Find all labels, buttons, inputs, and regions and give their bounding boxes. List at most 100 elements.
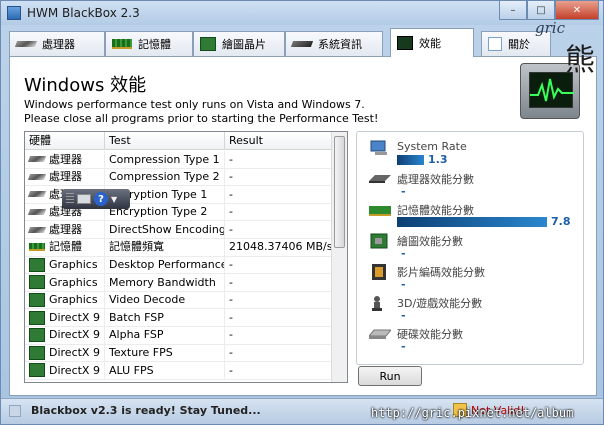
score-label: 影片編碼效能分數 xyxy=(397,266,485,279)
minimize-button[interactable]: – xyxy=(499,1,527,20)
hard-disk-icon xyxy=(369,329,391,339)
hardware-name: 處理器 xyxy=(49,170,82,184)
gpu-icon xyxy=(29,310,45,325)
cell-hardware: 處理器 xyxy=(25,151,105,168)
table-row[interactable]: Graphics Memory Bandwidth - xyxy=(25,274,333,292)
watermark-char: 熊 xyxy=(565,43,595,78)
help-icon[interactable]: ? xyxy=(94,192,108,206)
table-row[interactable]: Graphics Desktop Performance - xyxy=(25,256,333,275)
run-button[interactable]: Run xyxy=(358,366,422,386)
score-label: 處理器效能分數 xyxy=(397,173,474,186)
hardware-name: DirectX 9 xyxy=(49,363,100,377)
cpu-score-value: - xyxy=(401,185,406,198)
table-row[interactable]: Graphics Video Decode - xyxy=(25,291,333,310)
scores-panel: System Rate 1.3 處理器效能分數 - 記憶體效能分數 7.8 繪圖… xyxy=(356,131,584,365)
table-row[interactable]: 處理器 Compression Type 2- xyxy=(25,168,333,187)
cell-test: Desktop Performance xyxy=(105,256,225,274)
image-icon[interactable] xyxy=(77,194,91,204)
results-table[interactable]: 硬體 Test Result 處理器 Compression Type 1- 處理器… xyxy=(24,131,348,383)
gpu-icon xyxy=(29,275,45,290)
cpu-icon xyxy=(369,175,391,183)
floating-toolbar[interactable]: ? ▼ xyxy=(62,189,130,209)
ram-icon xyxy=(29,243,45,252)
table-body: 處理器 Compression Type 1- 處理器 Compression Typ… xyxy=(25,151,333,380)
graphics-score-value: - xyxy=(401,247,406,260)
table-row[interactable]: DirectX 9 Batch FSP - xyxy=(25,309,333,327)
memory-score-value: 7.8 xyxy=(551,215,571,228)
cell-hardware: 處理器 xyxy=(25,221,105,238)
table-scrollbar[interactable] xyxy=(331,132,347,382)
tab-label: 繪圖晶片 xyxy=(222,38,266,51)
table-row[interactable]: DirectX 9 Alpha FSP - xyxy=(25,326,333,345)
table-row[interactable]: DirectX 9 Texture FPS - xyxy=(25,344,333,363)
tab-memory[interactable]: 記憶體 xyxy=(105,31,193,56)
hardware-name: Graphics xyxy=(49,258,98,272)
cell-hardware: 記憶體 xyxy=(25,238,105,256)
hardware-name: Graphics xyxy=(49,275,98,289)
score-label: 記憶體效能分數 xyxy=(397,204,474,217)
table-row[interactable]: 處理器 Compression Type 1- xyxy=(25,151,333,169)
cell-test: ALU FPS xyxy=(105,362,225,379)
cell-result: - xyxy=(225,326,333,344)
cell-result: - xyxy=(225,186,333,203)
cpu-icon xyxy=(27,173,47,180)
cell-hardware: DirectX 9 xyxy=(25,344,105,362)
hardware-name: DirectX 9 xyxy=(49,328,100,342)
cell-result: - xyxy=(225,256,333,274)
chevron-down-icon[interactable]: ▼ xyxy=(111,195,117,204)
cell-test: Texture FPS xyxy=(105,344,225,362)
column-header-test[interactable]: Test xyxy=(105,132,225,149)
ram-icon xyxy=(369,206,391,216)
tab-label: 關於 xyxy=(508,38,530,51)
tab-graphics[interactable]: 繪圖晶片 xyxy=(193,31,285,56)
cell-test: DirectShow Encoding xyxy=(105,221,225,238)
tab-performance[interactable]: 效能 xyxy=(390,28,474,57)
video-score-value: - xyxy=(401,278,406,291)
tab-label: 處理器 xyxy=(42,38,75,51)
tab-label: 系統資訊 xyxy=(318,38,362,51)
note-line-2: Please close all programs prior to start… xyxy=(24,112,379,125)
cpu-icon xyxy=(14,41,38,47)
tab-system-info[interactable]: 系統資訊 xyxy=(285,31,383,56)
table-row[interactable]: 處理器 DirectShow Encoding - xyxy=(25,221,333,239)
scrollbar-thumb[interactable] xyxy=(334,136,345,248)
cell-hardware: DirectX 9 xyxy=(25,326,105,344)
cell-hardware: DirectX 9 xyxy=(25,309,105,326)
grip-icon[interactable] xyxy=(66,193,74,205)
cell-result: - xyxy=(225,291,333,309)
hardware-name: 記憶體 xyxy=(49,240,82,254)
hardware-name: DirectX 9 xyxy=(49,346,100,360)
maximize-button[interactable]: □ xyxy=(527,1,555,20)
title-bar: HWM BlackBox 2.3 – □ ✕ xyxy=(1,1,603,25)
table-row[interactable]: 記憶體 記憶體頻寬 21048.37406 MB/s xyxy=(25,238,333,257)
cell-test: Alpha FSP xyxy=(105,326,225,344)
cell-result: - xyxy=(225,344,333,362)
window-controls: – □ ✕ xyxy=(499,1,599,21)
column-header-result[interactable]: Result xyxy=(225,132,333,149)
performance-panel: Windows 效能 Windows performance test only… xyxy=(9,56,597,396)
cell-result: - xyxy=(225,274,333,291)
watermark-url: http://gric.pixnet.net/album xyxy=(371,406,574,420)
cell-test: Memory Bandwidth xyxy=(105,274,225,291)
cpu-icon xyxy=(27,191,47,198)
gpu-icon xyxy=(200,37,216,51)
column-header-hardware[interactable]: 硬體 xyxy=(25,132,105,149)
cpu-icon xyxy=(27,156,47,163)
tab-bar: 處理器 記憶體 繪圖晶片 系統資訊 效能 關於 xyxy=(9,28,597,57)
performance-icon xyxy=(397,36,413,50)
cell-hardware: DirectX 9 xyxy=(25,362,105,379)
cell-result: - xyxy=(225,221,333,238)
hardware-name: 處理器 xyxy=(49,222,82,236)
cell-hardware: Graphics xyxy=(25,274,105,291)
hardware-name: DirectX 9 xyxy=(49,310,100,324)
table-row[interactable]: DirectX 9 ALU FPS - xyxy=(25,362,333,380)
hardware-name: 處理器 xyxy=(49,152,82,166)
gaming-score-value: - xyxy=(401,309,406,322)
tab-cpu[interactable]: 處理器 xyxy=(9,31,105,56)
close-button[interactable]: ✕ xyxy=(555,1,599,20)
hardware-name: Graphics xyxy=(49,293,98,307)
cpu-icon xyxy=(27,209,47,216)
cell-result: - xyxy=(225,362,333,379)
cell-hardware: Graphics xyxy=(25,256,105,274)
cell-test: Video Decode xyxy=(105,291,225,309)
